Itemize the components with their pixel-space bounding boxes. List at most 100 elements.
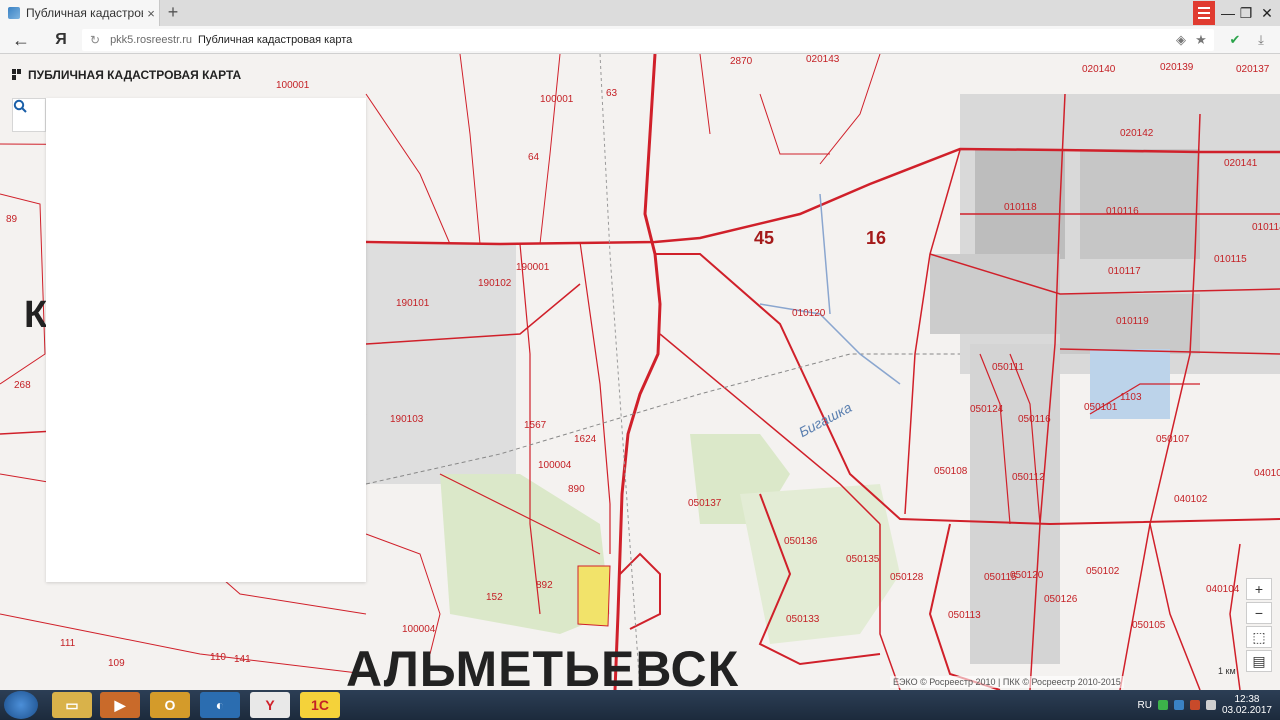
map-label: 100004 [402, 624, 436, 635]
map-label: 020143 [806, 54, 840, 65]
browser-tab[interactable]: Публичная кадастровая × [0, 0, 160, 26]
back-button[interactable]: ← [10, 28, 32, 52]
map-label: 64 [528, 152, 540, 163]
site-favicon-icon [8, 7, 20, 19]
map-label: 010120 [792, 308, 826, 319]
tab-title: Публичная кадастровая [26, 6, 143, 20]
yandex-browser-taskbar-icon[interactable]: Y [250, 692, 290, 718]
url-domain: pkk5.rosreestr.ru [110, 34, 192, 46]
map-label: 050112 [1012, 472, 1045, 483]
map-label: 050105 [1132, 620, 1166, 631]
explorer-taskbar-icon[interactable]: ▭ [52, 692, 92, 718]
restore-button[interactable]: ❐ [1236, 3, 1256, 23]
map-label: 050113 [948, 610, 981, 621]
map-label: 190102 [478, 278, 512, 289]
map-label: 050133 [786, 614, 820, 625]
map-label: 020139 [1160, 62, 1194, 73]
clock-date: 03.02.2017 [1221, 705, 1272, 716]
map-label: 2870 [730, 56, 753, 67]
downloads-icon[interactable]: ⤓ [1252, 30, 1270, 50]
map-label: 050108 [934, 466, 968, 477]
map-label: 109 [108, 658, 125, 669]
url-field[interactable]: ↻ pkk5.rosreestr.ru Публичная кадастрова… [82, 29, 1214, 51]
clock[interactable]: 12:38 03.02.2017 [1222, 694, 1272, 716]
fullscreen-button[interactable]: ⬚ [1246, 626, 1272, 648]
map-label: 190103 [390, 414, 424, 425]
map-label: 100001 [540, 94, 574, 105]
map-label: 020141 [1224, 158, 1258, 169]
speaker-app-taskbar-icon[interactable]: ◐ [200, 692, 240, 718]
map-label: 010117 [1108, 266, 1141, 277]
close-window-button[interactable]: ✕ [1257, 3, 1277, 23]
map-label: 010114 [1252, 222, 1280, 233]
map-label: 050126 [1044, 594, 1078, 605]
refresh-icon[interactable]: ↻ [90, 29, 100, 51]
network-icon[interactable] [1205, 700, 1216, 710]
map-label: 050101 [1084, 402, 1118, 413]
map-label: 1624 [574, 434, 597, 445]
outlook-taskbar-icon[interactable]: O [150, 692, 190, 718]
language-indicator[interactable]: RU [1137, 700, 1151, 711]
map-label: 010119 [1116, 316, 1149, 327]
system-tray: RU 12:38 03.02.2017 [1137, 690, 1280, 720]
map-label: 010116 [1106, 206, 1139, 217]
map-label: 152 [486, 592, 503, 603]
map-label: 190101 [396, 298, 430, 309]
minimize-button[interactable]: — [1218, 3, 1238, 23]
zoom-controls: + − ⬚ ▤ [1246, 578, 1272, 672]
start-button[interactable] [4, 691, 38, 719]
browser-menu-button[interactable] [1193, 1, 1215, 25]
security-shield-icon[interactable]: ✔ [1226, 30, 1244, 50]
map-label: 050120 [1010, 570, 1044, 581]
quarter-number-label: 45 [754, 228, 775, 248]
tab-strip: Публичная кадастровая × + — ❐ ✕ [0, 0, 1280, 26]
map-label: 892 [536, 580, 553, 591]
map-label: 110 [210, 652, 226, 663]
map-scale: 1 км [1218, 666, 1236, 676]
map-label: 111 [60, 638, 76, 649]
map-label: 040101 [1254, 468, 1280, 479]
layers-button[interactable]: ▤ [1246, 650, 1272, 672]
map-label: 89 [6, 214, 18, 225]
map-label: 050135 [846, 554, 880, 565]
app-title: ПУБЛИЧНАЯ КАДАСТРОВАЯ КАРТА [12, 68, 241, 82]
city-label: АЛЬМЕТЬЕВСК [346, 641, 740, 690]
1c-taskbar-icon[interactable]: 1C [300, 692, 340, 718]
partial-city-label: К [24, 294, 48, 336]
app-window: Публичная кадастровая × + — ❐ ✕ ← Я ↻ pk… [0, 0, 1280, 720]
media-player-taskbar-icon[interactable]: ▶ [100, 692, 140, 718]
map-label: 050111 [992, 362, 1024, 373]
map-label: 020137 [1236, 64, 1270, 75]
yandex-home-button[interactable]: Я [52, 28, 70, 52]
search-button[interactable] [12, 98, 46, 132]
map-label: 020142 [1120, 128, 1154, 139]
url-page-title: Публичная кадастровая карта [197, 34, 353, 46]
map-label: 63 [606, 88, 618, 99]
map-attribution: ЕЭКО © Росреестр 2010 | ПКК © Росреестр … [890, 676, 1124, 688]
map-label: 040104 [1206, 584, 1240, 595]
zoom-in-button[interactable]: + [1246, 578, 1272, 600]
protect-icon[interactable]: ◈ [1172, 30, 1190, 50]
rosreestr-logo-icon [12, 69, 22, 81]
map-label: 1103 [1120, 392, 1142, 403]
tray-app-icon[interactable] [1157, 700, 1168, 710]
map-label: 050116 [1018, 414, 1051, 425]
clock-time: 12:38 [1234, 694, 1260, 705]
tab-close-icon[interactable]: × [143, 6, 159, 21]
tray-app-icon[interactable] [1189, 700, 1200, 710]
map-label: 010115 [1214, 254, 1247, 265]
bookmark-star-icon[interactable]: ★ [1192, 30, 1210, 50]
new-tab-button[interactable]: + [164, 3, 182, 21]
search-results-panel[interactable] [46, 98, 366, 582]
windows-taskbar: ▭ ▶ O ◐ Y 1C RU 12:38 03.02.2017 [0, 690, 1280, 720]
map-label: 100001 [276, 80, 310, 91]
map-label: 190001 [516, 262, 550, 273]
tray-app-icon[interactable] [1173, 700, 1184, 710]
map-label: 050124 [970, 404, 1004, 415]
zoom-out-button[interactable]: − [1246, 602, 1272, 624]
map-label: 1567 [524, 420, 547, 431]
address-bar: ← Я ↻ pkk5.rosreestr.ru Публичная кадаст… [0, 26, 1280, 54]
map-label: 050107 [1156, 434, 1190, 445]
cadastral-map[interactable]: 020143 020140 020139 020137 020142 02014… [0, 54, 1280, 690]
app-title-text: ПУБЛИЧНАЯ КАДАСТРОВАЯ КАРТА [28, 68, 242, 82]
